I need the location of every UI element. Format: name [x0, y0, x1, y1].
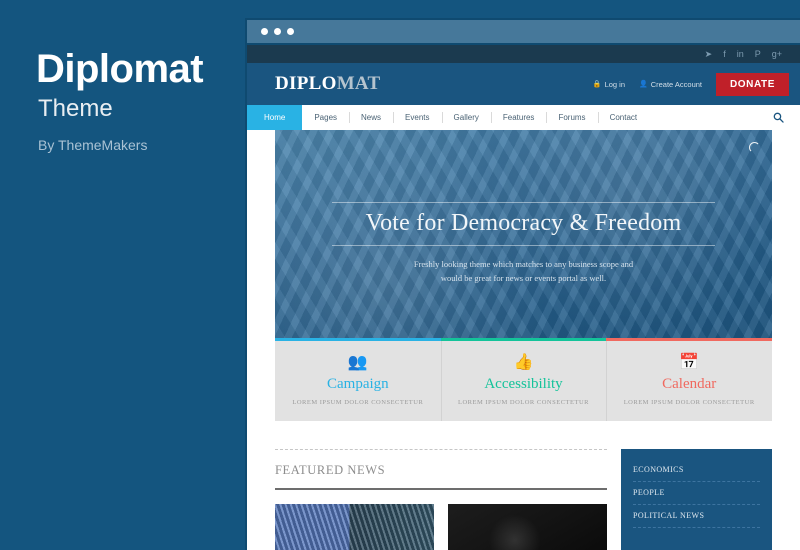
feature-subtitle: LOREM IPSUM DOLOR CONSECTETUR [623, 399, 755, 406]
section-divider [275, 449, 607, 450]
site-preview: ➤ f in P g+ DIPLOMAT 🔒 Log in 👤 Create Acc… [247, 45, 800, 550]
feature-box-calendar[interactable]: 📅 Calendar LOREM IPSUM DOLOR CONSECTETUR [606, 338, 773, 421]
nav-item-home[interactable]: Home [247, 105, 303, 130]
donate-button[interactable]: DONATE [716, 72, 789, 96]
featured-news-column: FEATURED NEWS [275, 449, 607, 550]
promo-subtitle: Theme [38, 95, 113, 122]
category-item-political-news[interactable]: POLITICAL NEWS [633, 505, 760, 528]
news-categories-sidebar: ECONOMICS PEOPLE POLITICAL NEWS [621, 449, 772, 550]
logo-bold: DIPLO [275, 73, 337, 94]
facebook-icon[interactable]: f [723, 49, 726, 59]
nav-item-features[interactable]: Features [490, 105, 547, 130]
site-social-bar: ➤ f in P g+ [247, 45, 800, 63]
linkedin-icon[interactable]: in [737, 49, 744, 59]
twitter-icon[interactable]: ➤ [705, 49, 713, 59]
nav-item-gallery[interactable]: Gallery [441, 105, 491, 130]
logo-light: MAT [336, 73, 381, 94]
thumbs-up-icon: 👍 [513, 354, 534, 371]
search-icon[interactable] [773, 105, 788, 130]
news-thumbnail-list [275, 504, 607, 550]
feature-title: Accessibility [484, 376, 563, 392]
site-header: DIPLOMAT 🔒 Log in 👤 Create Account DONATE [247, 63, 800, 105]
feature-subtitle: LOREM IPSUM DOLOR CONSECTETUR [458, 399, 589, 406]
news-thumbnail[interactable] [448, 504, 607, 550]
user-icon: 👤 [639, 81, 648, 88]
feature-subtitle: LOREM IPSUM DOLOR CONSECTETUR [292, 399, 424, 406]
loading-spinner-icon [749, 142, 760, 153]
nav-item-news[interactable]: News [349, 105, 393, 130]
header-right-group: 🔒 Log in 👤 Create Account DONATE [593, 63, 800, 105]
hero-title: Vote for Democracy & Freedom [331, 202, 716, 247]
hero-subtitle-line1: Freshly looking theme which matches to a… [413, 259, 634, 270]
create-account-label: Create Account [650, 79, 702, 89]
featured-news-heading: FEATURED NEWS [275, 463, 607, 490]
nav-item-pages[interactable]: Pages [302, 105, 349, 130]
browser-window-chrome [247, 20, 800, 45]
lock-icon: 🔒 [592, 81, 602, 88]
browser-preview-window: ➤ f in P g+ DIPLOMAT 🔒 Log in 👤 Create Acc… [245, 18, 800, 550]
window-dot-maximize[interactable] [287, 28, 294, 35]
window-dot-close[interactable] [261, 28, 268, 35]
nav-item-forums[interactable]: Forums [546, 105, 597, 130]
site-logo[interactable]: DIPLOMAT [275, 73, 381, 95]
googleplus-icon[interactable]: g+ [772, 49, 782, 59]
hero-content: Vote for Democracy & Freedom Freshly loo… [275, 202, 772, 285]
hero-subtitle-line2: would be great for news or events portal… [440, 273, 607, 284]
site-nav: Home Pages News Events Gallery Features … [247, 105, 800, 130]
login-label: Log in [604, 79, 625, 89]
feature-boxes: 👥 Campaign LOREM IPSUM DOLOR CONSECTETUR… [275, 338, 773, 421]
promo-byline: By ThemeMakers [38, 137, 148, 153]
feature-box-accessibility[interactable]: 👍 Accessibility LOREM IPSUM DOLOR CONSEC… [440, 338, 607, 421]
lower-section: FEATURED NEWS ECONOMICS PEOPLE POLITICAL… [275, 449, 772, 550]
hero-slider[interactable]: Vote for Democracy & Freedom Freshly loo… [275, 130, 772, 338]
window-dot-minimize[interactable] [274, 28, 281, 35]
create-account-link[interactable]: 👤 Create Account [639, 80, 702, 89]
feature-box-campaign[interactable]: 👥 Campaign LOREM IPSUM DOLOR CONSECTETUR [275, 338, 441, 421]
feature-title: Campaign [327, 376, 389, 392]
group-icon: 👥 [347, 354, 368, 371]
promo-title: Diplomat [36, 47, 204, 91]
news-thumbnail[interactable] [275, 504, 434, 550]
category-item-people[interactable]: PEOPLE [633, 482, 760, 505]
pinterest-icon[interactable]: P [755, 49, 761, 59]
hero-subtitle: Freshly looking theme which matches to a… [275, 257, 772, 285]
nav-item-contact[interactable]: Contact [597, 105, 650, 130]
feature-title: Calendar [662, 376, 717, 392]
promo-panel: Diplomat Theme By ThemeMakers [0, 0, 245, 550]
nav-item-events[interactable]: Events [393, 105, 441, 130]
login-link[interactable]: 🔒 Log in [593, 80, 625, 89]
calendar-icon: 📅 [679, 354, 700, 371]
category-item-economics[interactable]: ECONOMICS [633, 459, 760, 482]
